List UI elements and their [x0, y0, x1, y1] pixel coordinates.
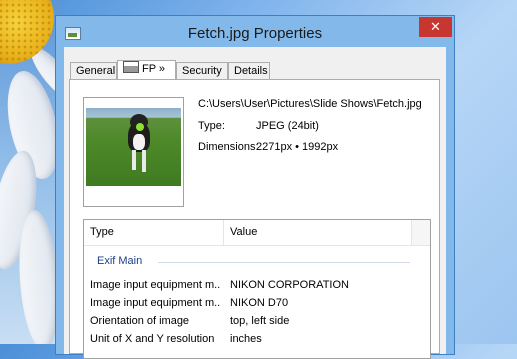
- vertical-scrollbar[interactable]: [411, 220, 430, 245]
- list-item-value: NIKON CORPORATION: [230, 279, 349, 291]
- tab-fp[interactable]: FP »: [117, 60, 176, 80]
- list-item-type: Orientation of image: [90, 315, 190, 327]
- list-item-value: inches: [230, 333, 262, 345]
- tab-security[interactable]: Security: [176, 62, 228, 79]
- title-bar[interactable]: Fetch.jpg Properties ✕: [56, 16, 454, 49]
- tab-details[interactable]: Details: [228, 62, 270, 79]
- close-icon: ✕: [430, 19, 441, 34]
- tab-general[interactable]: General: [70, 62, 117, 79]
- list-item-value: NIKON D70: [230, 297, 289, 309]
- window-title: Fetch.jpg Properties: [187, 25, 323, 42]
- dog-leg-shape: [132, 150, 136, 170]
- list-item-type: Unit of X and Y resolution: [90, 333, 215, 345]
- tab-label: General: [76, 65, 116, 77]
- list-item-value: top, left side: [230, 315, 290, 327]
- tab-label: Details: [234, 65, 268, 77]
- list-header: Type Value: [84, 220, 430, 246]
- file-dimensions-label: Dimensions:: [198, 141, 259, 153]
- fp-icon: [123, 61, 139, 73]
- file-type-value: JPEG (24bit): [256, 120, 319, 132]
- file-dimensions-value: 2271px • 1992px: [256, 141, 339, 153]
- file-type-label: Type:: [198, 120, 225, 132]
- tab-label: Security: [182, 65, 222, 77]
- column-header-type[interactable]: Type: [84, 220, 224, 245]
- file-type-row: Type: JPEG (24bit): [198, 120, 319, 132]
- properties-window: Fetch.jpg Properties ✕ General FP » Secu…: [55, 15, 455, 359]
- ball-shape: [136, 123, 144, 131]
- file-path: C:\Users\User\Pictures\Slide Shows\Fetch…: [198, 98, 422, 110]
- fp-tab-panel: C:\Users\User\Pictures\Slide Shows\Fetch…: [69, 79, 440, 359]
- group-header-exif-main[interactable]: Exif Main: [97, 255, 142, 267]
- dog-chest-shape: [133, 134, 145, 150]
- properties-list[interactable]: Type Value Exif Main Image input equipme…: [83, 219, 431, 359]
- column-header-value[interactable]: Value: [224, 220, 412, 245]
- list-item-type: Image input equipment m...: [90, 297, 220, 309]
- list-item-type: Image input equipment m...: [90, 279, 220, 291]
- image-thumbnail: [83, 97, 184, 207]
- group-divider: [158, 262, 410, 263]
- dialog-client-area: General FP » Security Details C:\Users\U…: [64, 47, 446, 359]
- file-dimensions-row: Dimensions:2271px • 1992px: [198, 141, 338, 153]
- desktop-wallpaper: [0, 0, 62, 344]
- dog-leg-shape: [142, 150, 146, 172]
- thumbnail-photo: [86, 108, 181, 186]
- close-button[interactable]: ✕: [419, 17, 452, 37]
- tab-label: FP »: [142, 63, 166, 75]
